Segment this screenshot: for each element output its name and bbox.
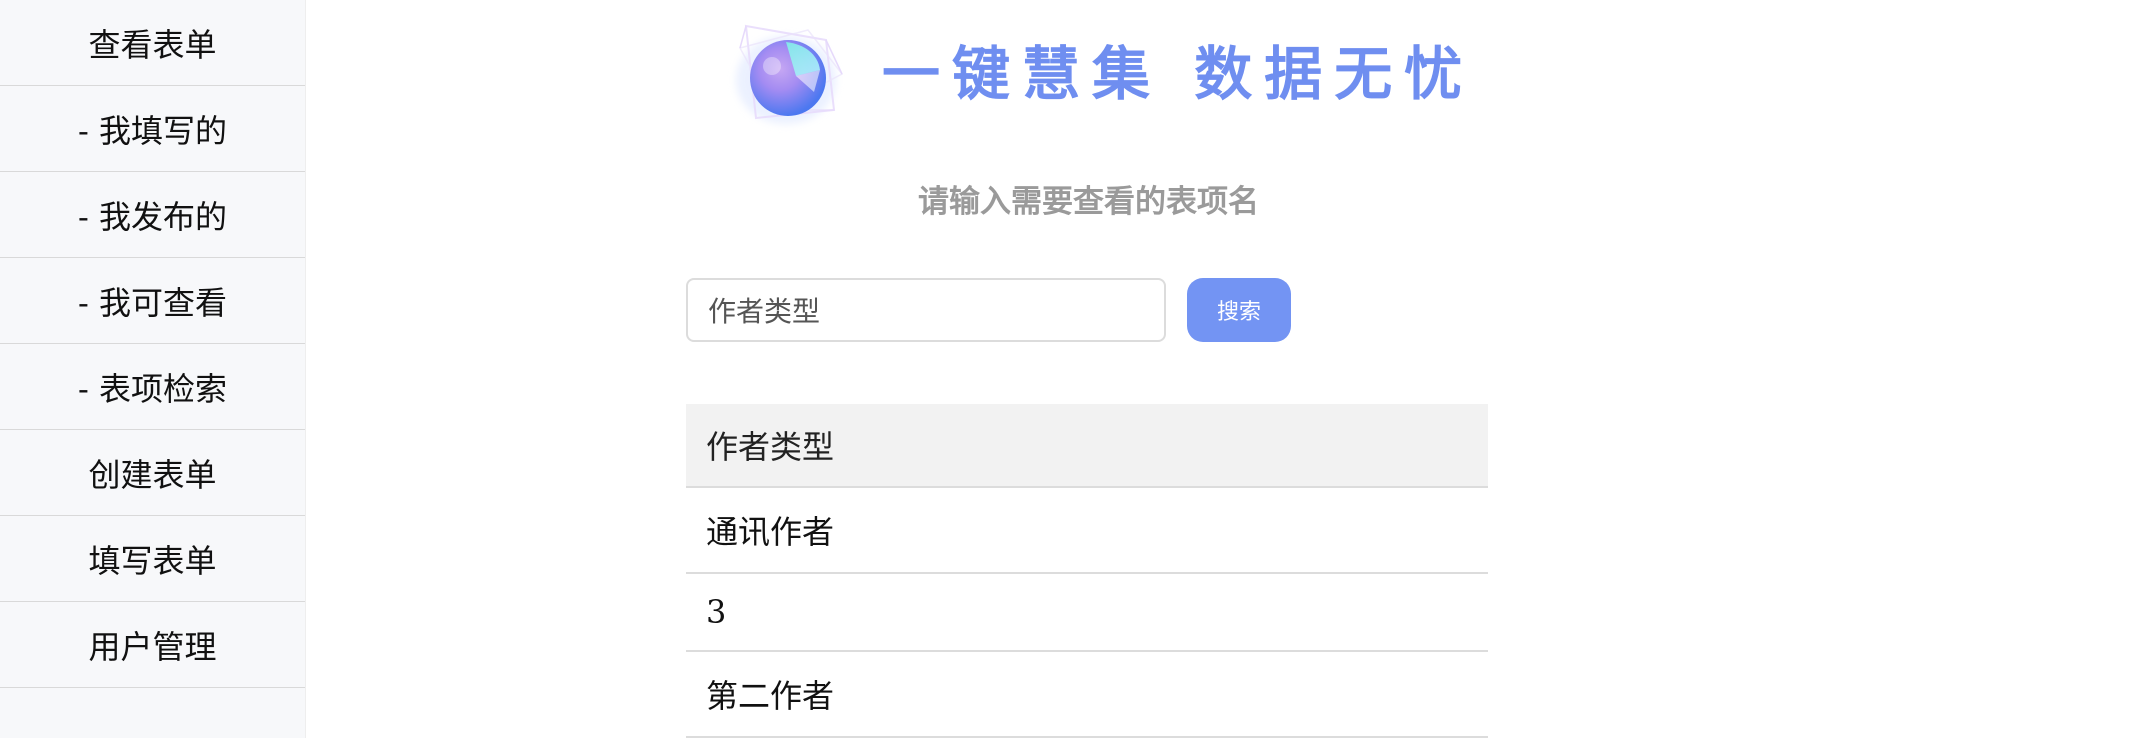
sidebar-item-published-by-me[interactable]: - 我发布的 bbox=[0, 172, 305, 258]
table-row: 3 bbox=[686, 574, 1488, 652]
sidebar-item-viewable[interactable]: - 我可查看 bbox=[0, 258, 305, 344]
table-row: 第二作者 bbox=[686, 652, 1488, 738]
crystal-cube-sphere-icon bbox=[736, 24, 844, 124]
sidebar-item-field-search[interactable]: - 表项检索 bbox=[0, 344, 305, 430]
sidebar-item-user-management[interactable]: 用户管理 bbox=[0, 602, 305, 688]
search-prompt: 请输入需要查看的表项名 bbox=[918, 184, 1259, 220]
banner-slogan: 一键慧集 数据无忧 bbox=[882, 40, 1475, 108]
main-content: 一键慧集 数据无忧 请输入需要查看的表项名 搜索 作者类型 通讯作者 3 第二作… bbox=[306, 0, 2156, 738]
search-input[interactable] bbox=[686, 278, 1166, 342]
sidebar-item-create-form[interactable]: 创建表单 bbox=[0, 430, 305, 516]
sidebar-item-fill-form[interactable]: 填写表单 bbox=[0, 516, 305, 602]
banner: 一键慧集 数据无忧 bbox=[716, 14, 1476, 134]
sidebar-item-view-forms[interactable]: 查看表单 bbox=[0, 0, 305, 86]
page: 查看表单 - 我填写的 - 我发布的 - 我可查看 - 表项检索 创建表单 填写… bbox=[0, 0, 2156, 738]
sidebar-item-filled-by-me[interactable]: - 我填写的 bbox=[0, 86, 305, 172]
search-button[interactable]: 搜索 bbox=[1187, 278, 1291, 342]
table-header: 作者类型 bbox=[686, 404, 1488, 488]
results-table: 作者类型 通讯作者 3 第二作者 bbox=[686, 404, 1488, 738]
table-row: 通讯作者 bbox=[686, 488, 1488, 574]
sidebar: 查看表单 - 我填写的 - 我发布的 - 我可查看 - 表项检索 创建表单 填写… bbox=[0, 0, 306, 738]
